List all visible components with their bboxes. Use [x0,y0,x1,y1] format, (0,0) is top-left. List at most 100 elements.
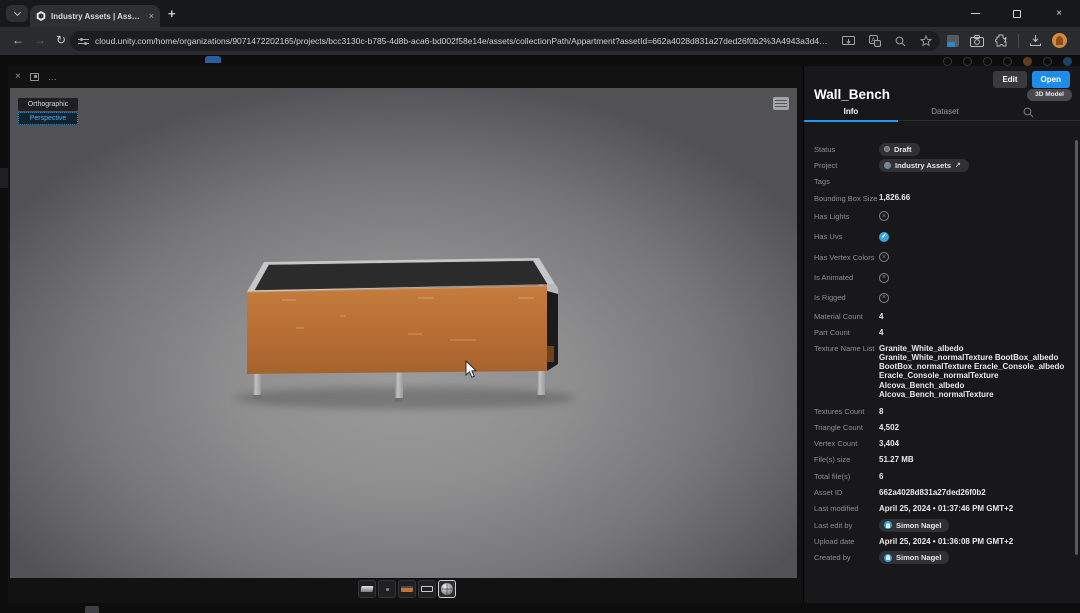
x-circle-icon: × [879,211,889,221]
tab-dataset[interactable]: Dataset [898,105,992,121]
field-label-total-file-s: Total file(s) [814,472,879,481]
bookmark-star-icon[interactable] [920,35,932,47]
user-name: Simon Nagel [896,521,941,530]
site-settings-icon[interactable] [78,37,89,46]
window-close-button[interactable]: × [1038,0,1080,27]
downloads-icon[interactable] [1029,34,1042,47]
field-value-part-count: 4 [879,328,883,337]
field-label-status: Status [814,145,879,154]
field-value-material-count: 4 [879,312,883,321]
asset-type-badge: 3D Model [1027,89,1072,101]
field-value-asset-id: 662a4028d831a27ded26f0b2 [879,488,986,497]
asset-preview-modal: × … OrthographicPerspective [8,66,1080,603]
window-controls: × [954,0,1080,27]
render-mode-points-button[interactable] [378,580,396,598]
field-label-material-count: Material Count [814,312,879,321]
screen: Industry Assets | Assets | Unity × + × ←… [0,0,1080,613]
field-row-has-vertex-colors: Has Vertex Colors× [814,247,1069,267]
render-mode-albedo-button[interactable] [398,580,416,598]
minimize-icon [971,13,980,14]
albedo-icon [401,586,413,592]
bench-granite-top [255,261,547,290]
background-partial-element [205,56,221,63]
field-value-bounding-box-size: 1,826.66 [879,193,910,202]
wall-bench-model[interactable] [10,88,797,578]
browser-tab-active[interactable]: Industry Assets | Assets | Unity × [30,5,160,27]
field-label-has-vertex-colors: Has Vertex Colors [814,253,879,262]
new-tab-button[interactable]: + [168,6,176,21]
project-icon [884,162,891,169]
field-row-last-modified: Last modifiedApril 25, 2024 • 01:37:46 P… [814,501,1069,517]
window-minimize-button[interactable] [954,0,996,27]
field-label-bounding-box-size: Bounding Box Size [814,194,879,203]
expand-icon[interactable] [30,73,39,81]
field-label-tags: Tags [814,177,879,186]
modal-close-icon[interactable]: × [15,72,21,82]
forward-button[interactable]: → [34,33,46,47]
open-project-icon: ↗ [955,161,961,169]
tab-info[interactable]: Info [804,105,898,121]
panel-search-icon[interactable] [1023,107,1034,118]
status-text: Draft [894,145,912,154]
extension-bookmarks-icon[interactable] [946,34,960,48]
cast-save-icon[interactable] [842,36,855,47]
check-circle-icon: ✓ [879,232,889,242]
field-row-material-count: Material Count4 [814,308,1069,324]
maximize-icon [1013,10,1021,18]
user-avatar-icon [884,554,892,562]
background-header-icon [1043,57,1052,66]
bench-front-panel [247,286,547,374]
project-badge[interactable]: Industry Assets↗ [879,159,969,172]
field-value-last-modified: April 25, 2024 • 01:37:46 PM GMT+2 [879,504,1013,513]
more-options-icon[interactable]: … [48,72,58,82]
field-value-total-file-s: 6 [879,472,883,481]
asset-info-panel: Edit Open Wall_Bench 3D Model InfoDatase… [803,66,1080,603]
field-row-triangle-count: Triangle Count4,502 [814,419,1069,435]
field-label-last-modified: Last modified [814,504,879,513]
browser-toolbar: ← → ↻ cloud.unity.com/home/organizations… [0,27,1080,55]
field-row-project: ProjectIndustry Assets↗ [814,157,1069,173]
x-circle-icon: × [879,293,889,303]
back-button[interactable]: ← [12,33,24,47]
field-row-has-lights: Has Lights× [814,206,1069,226]
reload-button[interactable]: ↻ [56,33,66,47]
status-badge: Draft [879,143,920,156]
url-bar[interactable]: cloud.unity.com/home/organizations/90714… [70,31,940,51]
open-button[interactable]: Open [1032,71,1070,88]
tab-close-icon[interactable]: × [149,12,154,21]
render-mode-shaded-button[interactable] [358,580,376,598]
window-maximize-button[interactable] [996,0,1038,27]
render-mode-matcap-button[interactable] [438,580,456,598]
panel-scrollbar[interactable] [1075,140,1078,555]
browser-profile-avatar[interactable] [1052,33,1067,48]
points-icon [386,588,389,591]
background-header-icon [983,57,992,66]
user-badge: Simon Nagel [879,519,949,532]
tab-search-button[interactable] [6,5,28,22]
zoom-icon[interactable] [895,36,906,47]
field-value-upload-date: April 25, 2024 • 01:36:08 PM GMT+2 [879,537,1013,546]
extensions-puzzle-icon[interactable] [994,34,1008,48]
user-avatar-icon [884,521,892,529]
background-user-avatar [1063,57,1072,66]
field-label-has-lights: Has Lights [814,212,879,221]
render-mode-toolbar [358,580,456,598]
tabs-container: InfoDataset [804,105,992,121]
field-row-file-s-size: File(s) size51.27 MB [814,452,1069,468]
field-label-project: Project [814,161,879,170]
render-mode-wireframe-button[interactable] [418,580,436,598]
asset-title: Wall_Bench [814,87,890,102]
edit-button[interactable]: Edit [993,71,1026,88]
toolbar-separator [1018,34,1019,48]
viewport-3d[interactable]: OrthographicPerspective [10,88,797,578]
browser-tab-strip: Industry Assets | Assets | Unity × + × [0,0,1080,27]
url-text[interactable]: cloud.unity.com/home/organizations/90714… [95,36,828,46]
wireframe-icon [421,586,433,592]
field-label-texture-name-list: Texture Name List [814,344,879,353]
background-header-icons [943,57,1072,66]
extension-camera-icon[interactable] [970,35,984,47]
field-row-asset-id: Asset ID662a4028d831a27ded26f0b2 [814,484,1069,500]
bench-shadow [235,387,575,409]
field-label-is-animated: Is Animated [814,273,879,282]
translate-icon[interactable]: A [869,35,881,47]
